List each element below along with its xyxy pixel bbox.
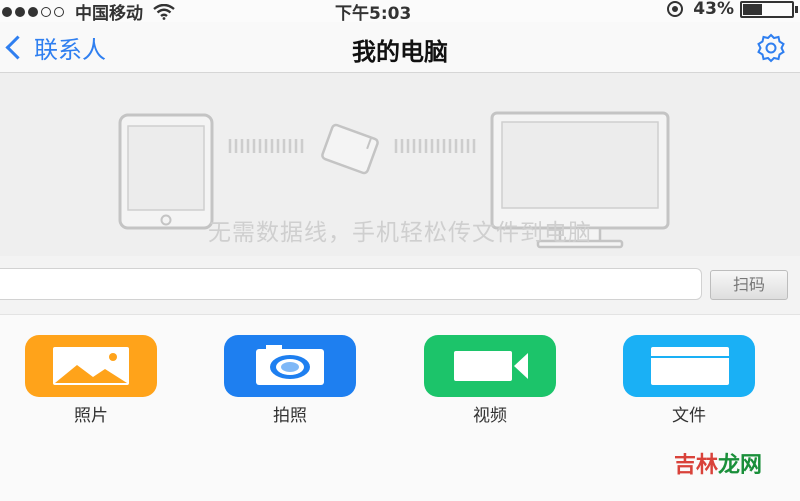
transfer-banner: 无需数据线，手机轻松传文件到电脑: [0, 73, 800, 257]
folder-tile: [623, 335, 755, 397]
site-watermark: 吉林龙网: [674, 447, 762, 479]
signal-dot-icon: [15, 6, 25, 17]
folder-icon: [651, 347, 729, 385]
video-tile: [424, 335, 556, 397]
file-type-grid: 照片 拍照 视频 文件 吉林龙网: [0, 314, 800, 501]
signal-dot-empty-icon: [54, 6, 64, 17]
watermark-part-2: 龙网: [717, 453, 762, 478]
photo-icon: [53, 347, 129, 385]
page-title: 我的电脑: [352, 38, 448, 66]
status-time: 下午5:03: [335, 4, 412, 24]
photo-tile: [25, 335, 157, 397]
grid-label-video: 视频: [473, 406, 507, 426]
navigation-bar: 联系人 我的电脑: [0, 22, 800, 73]
search-row: 扫码: [0, 256, 800, 314]
grid-item-photos[interactable]: 照片: [25, 335, 157, 426]
video-icon: [454, 351, 528, 381]
battery-percent: 43%: [693, 0, 734, 19]
signal-dashes-right-icon: [394, 139, 476, 153]
battery-icon: [740, 0, 798, 18]
grid-item-files[interactable]: 文件: [623, 335, 755, 426]
wifi-icon: [153, 3, 175, 20]
signal-dot-icon: [2, 6, 12, 17]
camera-icon: [256, 345, 324, 385]
screen-record-icon: [667, 1, 684, 17]
grid-label-camera: 拍照: [273, 406, 307, 426]
camera-tile: [224, 335, 356, 397]
signal-dot-empty-icon: [41, 6, 51, 17]
carrier-name: 中国移动: [75, 4, 143, 24]
grid-item-video[interactable]: 视频: [424, 335, 556, 426]
scan-button[interactable]: 扫码: [710, 270, 788, 300]
grid-item-camera[interactable]: 拍照: [224, 335, 356, 426]
link-input[interactable]: [0, 268, 702, 300]
signal-dashes-left-icon: [228, 139, 304, 153]
watermark-part-1: 吉林: [673, 453, 718, 478]
grid-label-files: 文件: [672, 406, 706, 426]
phone-icon: [118, 113, 214, 230]
status-bar: 中国移动 下午5:03 43%: [0, 0, 800, 24]
battery-fill: [743, 3, 762, 15]
banner-caption: 无需数据线，手机轻松传文件到电脑: [208, 220, 592, 246]
settings-gear-icon[interactable]: [754, 32, 788, 64]
status-right: 43%: [667, 0, 798, 19]
grid-label-photos: 照片: [74, 406, 108, 426]
file-card-icon: [321, 123, 379, 175]
signal-dot-icon: [28, 6, 38, 17]
status-left: 中国移动: [2, 0, 175, 24]
